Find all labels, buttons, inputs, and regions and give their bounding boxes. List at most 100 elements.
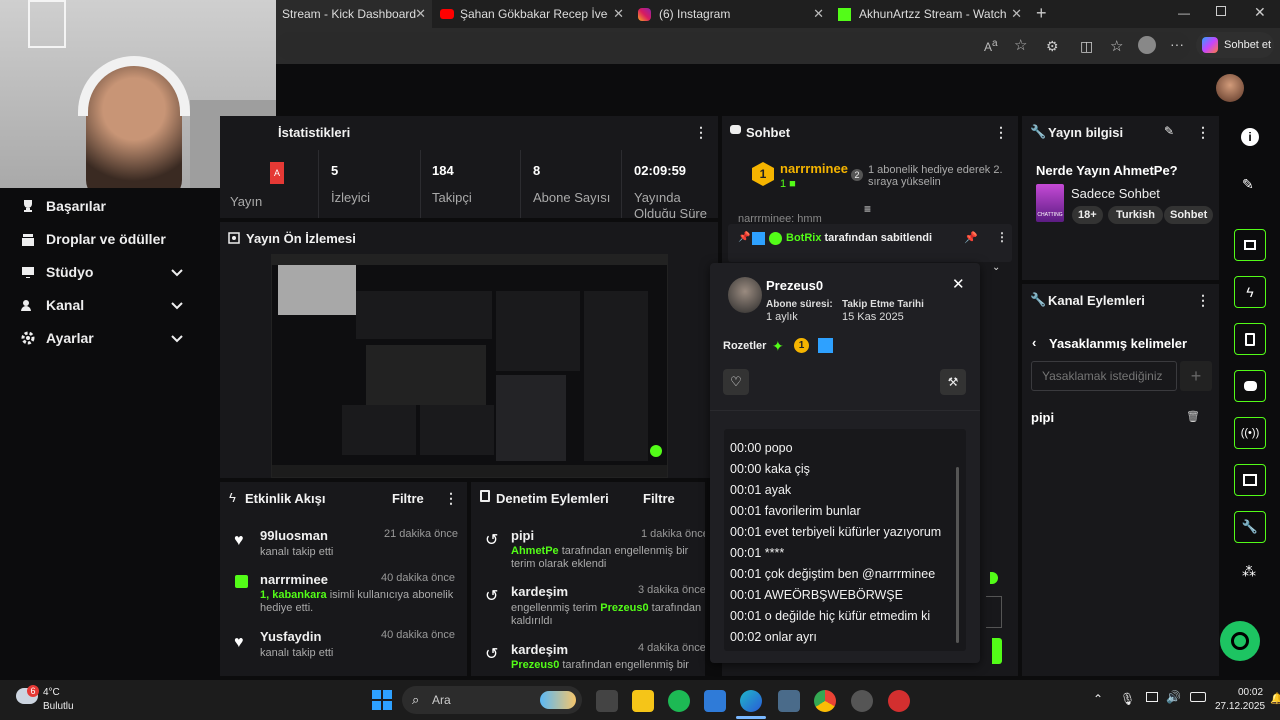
tag-chip[interactable]: Turkish (1108, 206, 1163, 224)
sidebar-item-settings[interactable]: Ayarlar (20, 330, 202, 346)
scrollbar[interactable] (956, 467, 959, 643)
activity-filter-button[interactable]: Filtre (392, 491, 424, 506)
sidebar-item-drops[interactable]: Droplar ve ödüller (20, 231, 166, 247)
kebab-menu-icon[interactable]: ⋮ (1196, 292, 1210, 309)
tab-youtube[interactable]: Şahan Gökbakar Recep İvedik Sah ✕ (434, 0, 630, 28)
undo-icon[interactable]: ↺ (485, 586, 498, 606)
kebab-menu-icon[interactable]: ⋮ (444, 490, 458, 507)
layout-button[interactable] (1234, 464, 1266, 496)
tag-chip[interactable]: 18+ (1072, 206, 1103, 224)
undo-icon[interactable]: ↺ (485, 530, 498, 550)
extensions-icon[interactable]: ⚙ (1046, 38, 1059, 55)
moderator-name[interactable]: AhmetPe (511, 545, 559, 557)
clock-time[interactable]: 00:02 (1238, 687, 1263, 698)
notifications-icon[interactable]: 🔔 (1270, 692, 1280, 705)
maximize-icon[interactable] (1216, 6, 1226, 16)
tab-kick-dashboard[interactable]: Stream - Kick Dashboard ✕ (276, 0, 432, 28)
obs-icon[interactable] (851, 690, 873, 712)
task-view-icon[interactable] (596, 690, 618, 712)
activity-username[interactable]: 99luosman (260, 528, 328, 543)
close-icon[interactable]: ✕ (813, 6, 824, 22)
kebab-menu-icon[interactable]: ⋮ (1196, 124, 1210, 141)
unpin-icon[interactable]: 📌 (964, 231, 978, 244)
activity-username[interactable]: narrrminee (260, 572, 328, 587)
tag-chip[interactable]: Sohbet (1164, 206, 1214, 224)
scroll-down-icon[interactable]: ≡ (864, 202, 871, 216)
back-button[interactable]: ‹ (1032, 335, 1036, 350)
follow-date-value: 15 Kas 2025 (842, 311, 904, 323)
sidebar-item-channel[interactable]: Kanal (20, 297, 202, 313)
quick-actions-button[interactable]: ϟ (1234, 276, 1266, 308)
start-button[interactable] (372, 690, 392, 710)
top-gifter-name[interactable]: narrrminee (780, 161, 848, 176)
user-avatar[interactable] (1216, 74, 1244, 102)
sidebar-item-studio[interactable]: Stüdyo (20, 264, 202, 280)
stream-preview-video[interactable] (271, 254, 668, 478)
split-screen-icon[interactable]: ◫ (1080, 38, 1093, 55)
close-icon[interactable]: ✕ (952, 275, 965, 293)
tab-instagram[interactable]: (6) Instagram ✕ (632, 0, 830, 28)
app-icon[interactable] (888, 690, 910, 712)
close-icon[interactable]: ✕ (613, 6, 624, 22)
activity-title: Etkinlik Akışı (245, 491, 326, 506)
profile-avatar[interactable] (1138, 36, 1156, 54)
close-icon[interactable]: ✕ (1011, 6, 1022, 22)
volume-icon[interactable]: 🔊 (1166, 690, 1181, 704)
chevron-up-icon[interactable]: ⌃ (1093, 692, 1103, 706)
taskbar-search[interactable]: ⌕ Ara (402, 686, 582, 714)
edit-pencil-icon[interactable]: ✎ (1164, 124, 1174, 138)
edge-icon[interactable] (740, 690, 762, 712)
file-explorer-icon[interactable] (632, 690, 654, 712)
send-button-edge[interactable] (992, 638, 1002, 664)
close-icon[interactable]: ✕ (415, 6, 426, 22)
moderator-name[interactable]: Prezeus0 (511, 659, 559, 671)
more-options-icon[interactable]: ··· (1170, 36, 1184, 52)
kebab-menu-icon[interactable]: ⋮ (694, 124, 708, 141)
sidebar-item-achievements[interactable]: Başarılar (20, 198, 106, 214)
activity-username[interactable]: Yusfaydin (260, 629, 321, 644)
mod-hammer-button[interactable]: ⚒ (940, 369, 966, 395)
search-highlight-icon (540, 691, 576, 709)
read-aloud-icon[interactable]: Aa (984, 38, 998, 54)
spotify-icon[interactable] (668, 690, 690, 712)
copilot-button[interactable]: Sohbet et (1196, 32, 1274, 58)
chrome-icon[interactable] (814, 690, 836, 712)
notes-button[interactable] (1234, 323, 1266, 355)
broadcast-button[interactable]: ((•)) (1234, 417, 1266, 449)
chat-button[interactable] (1234, 370, 1266, 402)
kebab-menu-icon[interactable]: ⋮ (994, 124, 1008, 141)
new-tab-icon[interactable]: + (1036, 3, 1047, 24)
pinned-by-user[interactable]: BotRix (786, 232, 821, 244)
kebab-menu-icon[interactable]: ⋮ (996, 230, 1008, 244)
chevron-down-icon[interactable]: ⌄ (992, 262, 1000, 273)
banned-word-input[interactable] (1031, 361, 1177, 391)
network-icon[interactable] (1146, 692, 1158, 702)
tab-kick-stream[interactable]: AkhunArtzz Stream - Watch Live o ✕ (832, 0, 1028, 28)
battery-icon[interactable] (1190, 692, 1206, 702)
category-thumbnail[interactable]: CHATTING (1036, 184, 1064, 222)
stream-title: Nerde Yayın AhmetPe? (1036, 163, 1178, 178)
undo-icon[interactable]: ↺ (485, 644, 498, 664)
microphone-icon[interactable]: 🎙 (1120, 692, 1135, 706)
favorites-icon[interactable]: ☆ (1110, 37, 1123, 55)
info-icon[interactable]: i (1241, 128, 1259, 146)
gift-recipient[interactable]: 1, kabankara (260, 589, 327, 601)
app-icon[interactable] (778, 690, 800, 712)
follow-heart-button[interactable]: ♡ (723, 369, 749, 395)
stream-category[interactable]: Sadece Sohbet (1071, 186, 1160, 201)
favorite-star-icon[interactable]: ☆ (1014, 36, 1027, 54)
tools-button[interactable]: 🔧 (1234, 511, 1266, 543)
support-button[interactable] (1220, 621, 1260, 661)
edit-pencil-icon[interactable]: ✎ (1242, 176, 1254, 193)
store-icon[interactable] (704, 690, 726, 712)
chat-input-edge[interactable] (986, 596, 1002, 628)
minimize-icon[interactable]: — (1178, 6, 1190, 20)
close-window-icon[interactable]: ✕ (1254, 4, 1266, 21)
clock-date[interactable]: 27.12.2025 (1215, 701, 1265, 712)
trash-icon[interactable]: 🗑 (1186, 410, 1200, 423)
camera-frame-button[interactable] (1234, 229, 1266, 261)
add-word-button[interactable]: + (1180, 361, 1212, 391)
moderation-filter-button[interactable]: Filtre (643, 491, 675, 506)
share-icon[interactable]: ⁂ (1242, 563, 1256, 580)
moderator-name[interactable]: Prezeus0 (600, 602, 648, 614)
